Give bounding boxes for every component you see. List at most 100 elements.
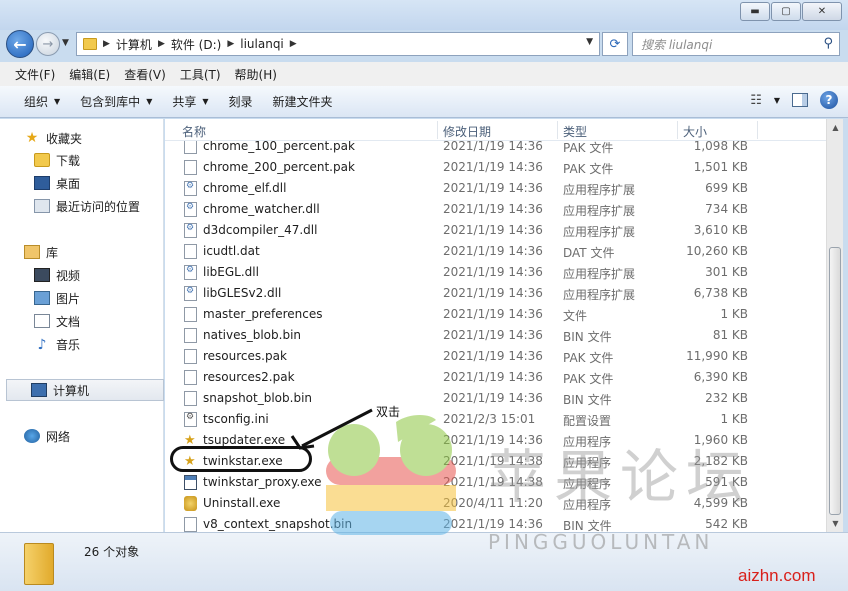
- file-icon: [184, 307, 197, 322]
- organize-button[interactable]: 组织 ▼: [14, 93, 70, 110]
- breadcrumb-drive-d[interactable]: 软件 (D:): [171, 36, 221, 53]
- file-icon: [184, 391, 197, 406]
- file-row[interactable]: master_preferences 2021/1/19 14:36 文件 1 KB: [165, 304, 826, 325]
- dll-file-icon: [184, 202, 197, 217]
- file-date: 2021/1/19 14:36: [443, 391, 543, 405]
- chevron-right-icon[interactable]: ▶: [158, 39, 165, 49]
- file-name: libGLESv2.dll: [203, 286, 282, 300]
- file-size: 1 KB: [720, 412, 748, 426]
- file-type: 应用程序: [563, 498, 612, 512]
- column-divider[interactable]: [557, 121, 558, 139]
- scroll-up-icon[interactable]: ▲: [827, 119, 844, 136]
- file-row[interactable]: Uninstall.exe 2020/4/11 11:20 应用程序 4,599 KB: [165, 493, 826, 514]
- file-name: v8_context_snapshot.bin: [203, 517, 353, 531]
- breadcrumb-liulanqi[interactable]: liulanqi: [240, 37, 284, 51]
- nav-label: 视频: [56, 268, 81, 283]
- scroll-down-icon[interactable]: ▼: [827, 515, 844, 532]
- menu-bar: 文件(F) 编辑(E) 查看(V) 工具(T) 帮助(H): [0, 62, 848, 86]
- help-icon[interactable]: ?: [820, 91, 838, 109]
- menu-help[interactable]: 帮助(H): [228, 66, 284, 83]
- close-button[interactable]: ✕: [802, 2, 842, 21]
- column-size[interactable]: 大小: [683, 123, 707, 140]
- file-icon: [184, 370, 197, 385]
- forward-button[interactable]: →: [36, 32, 60, 56]
- nav-network[interactable]: 网络: [0, 425, 164, 447]
- column-type[interactable]: 类型: [563, 123, 587, 140]
- file-row[interactable]: chrome_watcher.dll 2021/1/19 14:36 应用程序扩展 7…: [165, 199, 826, 220]
- file-row[interactable]: tsconfig.ini 2021/2/3 15:01 配置设置 1 KB: [165, 409, 826, 430]
- file-date: 2021/1/19 14:36: [443, 265, 543, 279]
- file-size: 2,182 KB: [693, 454, 748, 468]
- file-row[interactable]: libEGL.dll 2021/1/19 14:36 应用程序扩展 301 KB: [165, 262, 826, 283]
- file-icon: [184, 517, 197, 532]
- file-date: 2021/1/19 14:36: [443, 328, 543, 342]
- include-in-library-button[interactable]: 包含到库中 ▼: [70, 93, 162, 110]
- file-row[interactable]: chrome_200_percent.pak 2021/1/19 14:36 PAK…: [165, 157, 826, 178]
- file-row[interactable]: natives_blob.bin 2021/1/19 14:36 BIN 文件 81 …: [165, 325, 826, 346]
- file-date: 2021/1/19 14:36: [443, 139, 543, 153]
- computer-icon: [31, 383, 47, 397]
- folder-icon: [83, 38, 97, 50]
- nav-documents[interactable]: 文档: [0, 310, 164, 332]
- address-bar[interactable]: ▶ 计算机 ▶ 软件 (D:) ▶ liulanqi ▶ ▼: [76, 32, 600, 56]
- maximize-button[interactable]: ▢: [771, 2, 801, 21]
- menu-tools[interactable]: 工具(T): [173, 66, 228, 83]
- file-row[interactable]: d3dcompiler_47.dll 2021/1/19 14:36 应用程序扩展 3…: [165, 220, 826, 241]
- nav-videos[interactable]: 视频: [0, 264, 164, 286]
- nav-desktop[interactable]: 桌面: [0, 172, 164, 194]
- back-button[interactable]: ←: [6, 30, 34, 58]
- file-size: 1,098 KB: [693, 139, 748, 153]
- burn-label: 刻录: [228, 95, 253, 109]
- nav-downloads[interactable]: 下载: [0, 149, 164, 171]
- new-folder-button[interactable]: 新建文件夹: [263, 93, 343, 110]
- dll-file-icon: [184, 286, 197, 301]
- file-type: 应用程序扩展: [563, 288, 636, 302]
- breadcrumb-computer[interactable]: 计算机: [116, 36, 152, 53]
- downloads-folder-icon: [34, 153, 50, 167]
- nav-recent-places[interactable]: 最近访问的位置: [0, 195, 164, 217]
- preview-pane-icon[interactable]: [792, 93, 808, 107]
- file-row[interactable]: chrome_elf.dll 2021/1/19 14:36 应用程序扩展 699 K…: [165, 178, 826, 199]
- file-row[interactable]: resources2.pak 2021/1/19 14:36 PAK 文件 6,390…: [165, 367, 826, 388]
- file-row[interactable]: v8_context_snapshot.bin 2021/1/19 14:36 BI…: [165, 514, 826, 532]
- file-date: 2021/1/19 14:36: [443, 370, 543, 384]
- scroll-thumb[interactable]: [829, 247, 841, 515]
- file-row[interactable]: libGLESv2.dll 2021/1/19 14:36 应用程序扩展 6,738 …: [165, 283, 826, 304]
- recent-pages-dropdown[interactable]: ▼: [62, 38, 69, 48]
- nav-favorites[interactable]: ★ 收藏夹: [0, 127, 164, 149]
- view-options-icon[interactable]: ☷: [750, 93, 762, 108]
- column-headers: 名称 修改日期 类型 大小: [165, 119, 826, 141]
- address-dropdown[interactable]: ▼: [586, 37, 593, 47]
- share-button[interactable]: 共享 ▼: [162, 93, 218, 110]
- burn-button[interactable]: 刻录: [219, 93, 263, 110]
- menu-edit[interactable]: 编辑(E): [62, 66, 117, 83]
- search-input[interactable]: 搜索 liulanqi ⚲: [632, 32, 840, 56]
- column-divider[interactable]: [757, 121, 758, 139]
- config-file-icon: [184, 412, 197, 427]
- search-icon[interactable]: ⚲: [823, 36, 833, 51]
- file-row[interactable]: snapshot_blob.bin 2021/1/19 14:36 BIN 文件 23…: [165, 388, 826, 409]
- caret-down-icon: ▼: [202, 97, 209, 106]
- refresh-button[interactable]: ⟳: [602, 32, 628, 56]
- file-date: 2021/1/19 14:36: [443, 160, 543, 174]
- file-row[interactable]: twinkstar_proxy.exe 2021/1/19 14:38 应用程序 59…: [165, 472, 826, 493]
- nav-libraries[interactable]: 库: [0, 241, 164, 263]
- vertical-scrollbar[interactable]: ▲ ▼: [826, 119, 843, 532]
- chevron-right-icon[interactable]: ▶: [103, 39, 110, 49]
- nav-music[interactable]: ♪ 音乐: [0, 333, 164, 355]
- menu-file[interactable]: 文件(F): [8, 66, 62, 83]
- nav-pictures[interactable]: 图片: [0, 287, 164, 309]
- nav-computer[interactable]: 计算机: [6, 379, 164, 401]
- chevron-right-icon[interactable]: ▶: [227, 39, 234, 49]
- file-row[interactable]: resources.pak 2021/1/19 14:36 PAK 文件 11,990…: [165, 346, 826, 367]
- column-divider[interactable]: [437, 121, 438, 139]
- file-row[interactable]: icudtl.dat 2021/1/19 14:36 DAT 文件 10,260 KB: [165, 241, 826, 262]
- column-name[interactable]: 名称: [182, 123, 206, 140]
- column-divider[interactable]: [677, 121, 678, 139]
- menu-view[interactable]: 查看(V): [117, 66, 173, 83]
- column-date[interactable]: 修改日期: [443, 123, 491, 140]
- minimize-button[interactable]: ▬: [740, 2, 770, 21]
- view-dropdown-icon[interactable]: ▼: [774, 96, 780, 105]
- file-size: 6,390 KB: [693, 370, 748, 384]
- chevron-right-icon[interactable]: ▶: [290, 39, 297, 49]
